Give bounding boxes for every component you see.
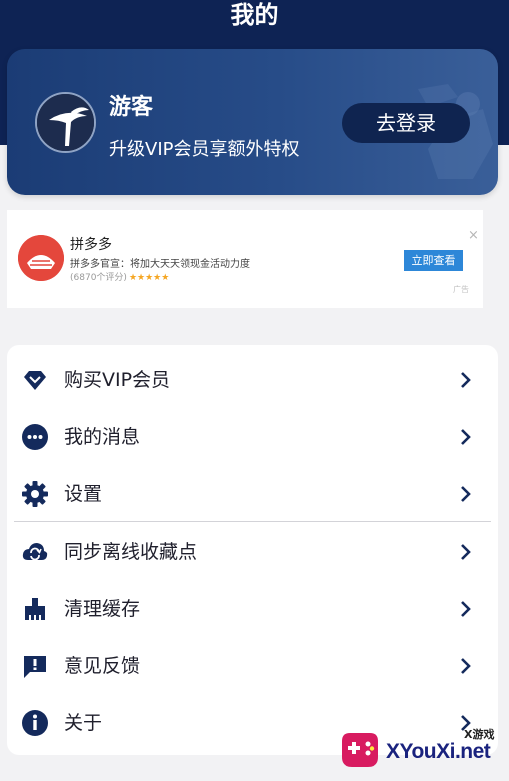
login-button[interactable]: 去登录 xyxy=(342,103,470,143)
star-rating-icon: ★★★★★ xyxy=(128,273,170,283)
menu-label: 清理缓存 xyxy=(64,598,141,620)
menu-label: 意见反馈 xyxy=(64,655,141,677)
guest-name: 游客 xyxy=(109,95,154,120)
watermark-text: XYouXi.net xyxy=(386,740,491,763)
diamond-icon xyxy=(24,371,46,390)
menu-item-messages[interactable]: 我的消息 xyxy=(7,412,498,462)
avatar[interactable] xyxy=(35,92,96,153)
ad-description: 拼多多官宣：将加大天天领现金活动力度 xyxy=(70,259,250,270)
close-icon[interactable]: × xyxy=(468,228,479,243)
menu-panel: 购买VIP会员 我的消息 设置 同步离线收藏点 清理缓存 意见反馈 关于 xyxy=(7,345,498,755)
chevron-right-icon xyxy=(461,601,471,617)
menu-divider xyxy=(14,521,491,522)
menu-label: 设置 xyxy=(64,483,103,505)
menu-label: 我的消息 xyxy=(64,426,141,448)
page-title: 我的 xyxy=(230,1,279,29)
cloud-sync-icon xyxy=(22,543,48,561)
chevron-right-icon xyxy=(461,486,471,502)
menu-label: 购买VIP会员 xyxy=(64,369,171,391)
menu-item-settings[interactable]: 设置 xyxy=(7,469,498,519)
menu-item-buy-vip[interactable]: 购买VIP会员 xyxy=(7,355,498,405)
ad-app-name: 拼多多 xyxy=(70,237,112,253)
chevron-right-icon xyxy=(461,372,471,388)
pinduoduo-logo-icon xyxy=(18,235,64,281)
watermark: X游戏 XYouXi.net xyxy=(336,725,501,777)
ad-cta-button[interactable]: 立即查看 xyxy=(404,250,463,271)
message-dots-icon xyxy=(22,424,48,450)
chevron-right-icon xyxy=(461,544,471,560)
chevron-right-icon xyxy=(461,429,471,445)
ad-rating: (6870个评分) ★★★★★ xyxy=(70,270,169,283)
gamepad-logo-icon xyxy=(342,733,378,767)
logo-icon xyxy=(37,94,94,151)
menu-label: 关于 xyxy=(64,712,103,734)
broom-icon xyxy=(25,598,45,620)
menu-item-sync-favorites[interactable]: 同步离线收藏点 xyxy=(7,527,498,577)
chevron-right-icon xyxy=(461,658,471,674)
vip-tagline: 升级VIP会员享额外特权 xyxy=(109,139,300,160)
info-icon xyxy=(22,710,48,736)
ad-rating-count: (6870个评分) xyxy=(70,273,127,283)
menu-label: 同步离线收藏点 xyxy=(64,541,198,563)
menu-item-clear-cache[interactable]: 清理缓存 xyxy=(7,584,498,634)
profile-card: 游客 升级VIP会员享额外特权 去登录 xyxy=(7,49,498,195)
gear-icon xyxy=(22,481,48,507)
menu-item-feedback[interactable]: 意见反馈 xyxy=(7,641,498,691)
ad-mark: 广告 xyxy=(453,285,469,294)
feedback-icon xyxy=(24,656,46,678)
ad-banner[interactable]: 拼多多 拼多多官宣：将加大天天领现金活动力度 (6870个评分) ★★★★★ 立即… xyxy=(7,210,483,308)
